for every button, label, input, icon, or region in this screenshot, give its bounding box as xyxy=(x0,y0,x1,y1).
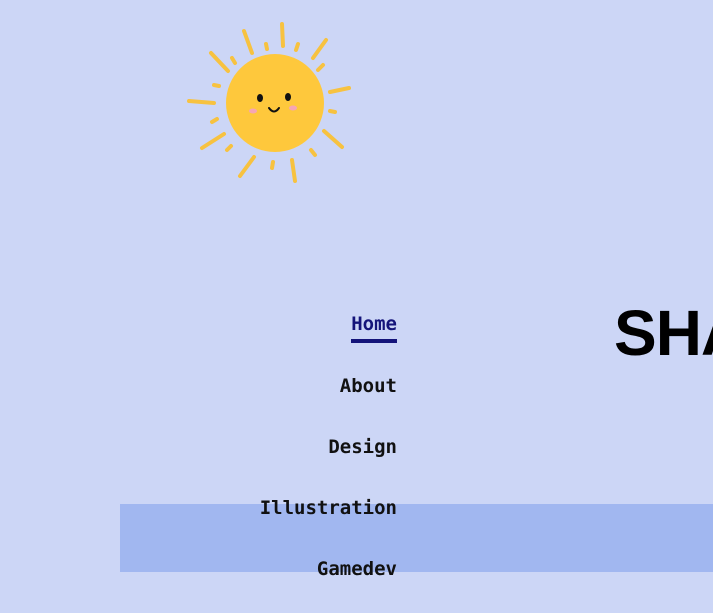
nav-link-about[interactable]: About xyxy=(340,369,397,403)
nav-link-home[interactable]: Home xyxy=(351,309,397,343)
content-band xyxy=(120,504,713,572)
nav-item-about: About xyxy=(260,369,397,430)
nav-link-illustration[interactable]: Illustration xyxy=(260,491,397,525)
hero-title: SHA xyxy=(614,297,713,369)
nav-link-gamedev[interactable]: Gamedev xyxy=(317,552,397,586)
site-logo[interactable] xyxy=(180,16,356,192)
nav-item-gamedev: Gamedev xyxy=(260,552,397,613)
nav-link-design[interactable]: Design xyxy=(328,430,397,464)
smiling-sun-icon xyxy=(187,22,351,183)
nav-item-illustration: Illustration xyxy=(260,491,397,552)
nav-item-design: Design xyxy=(260,430,397,491)
main-nav: Home About Design Illustration Gamedev xyxy=(260,308,397,613)
nav-item-home: Home xyxy=(260,308,397,369)
